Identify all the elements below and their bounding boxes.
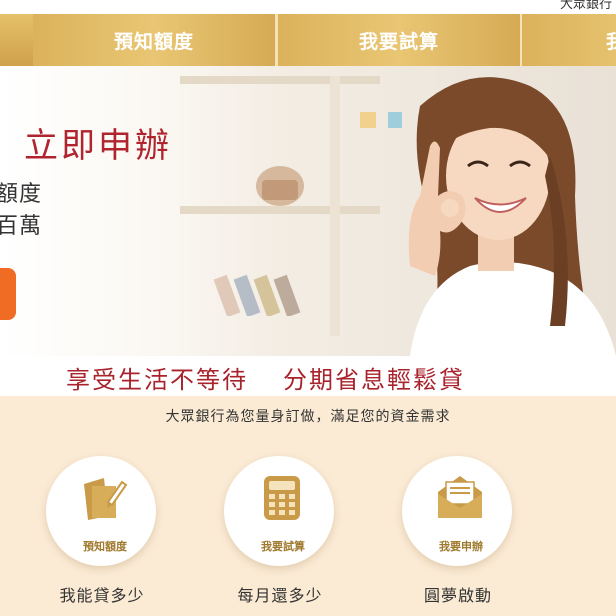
background-decor (213, 166, 304, 316)
feature-caption: 預知額度 (83, 540, 127, 553)
envelope-icon (438, 476, 482, 518)
tab-credit-limit[interactable]: 預知額度 (33, 14, 275, 66)
feature-circle[interactable]: 預知額度 (46, 456, 156, 566)
feature-credit-limit[interactable]: 預知額度 我能貸多少 (42, 456, 162, 606)
tab-calculator[interactable]: 我要試算 (278, 14, 520, 66)
tab-apply-partial[interactable]: 我 (522, 14, 616, 66)
shelf (330, 76, 340, 336)
slogan-part: 分期省息輕鬆貸 (283, 366, 465, 394)
features-section: 大眾銀行為您量身訂做，滿足您的資金需求 預知額度 我能貸多少 我要試算 每月還多… (0, 396, 616, 616)
bank-name-partial: 大眾銀行 (559, 0, 612, 12)
top-strip: 大眾銀行 (0, 0, 616, 14)
feature-circle[interactable]: 我要試算 (224, 456, 334, 566)
apply-now-button[interactable] (0, 268, 16, 320)
feature-caption: 我要試算 (261, 540, 305, 553)
feature-label[interactable]: 我能貸多少 (32, 582, 172, 606)
feature-caption: 我要申辦 (439, 540, 483, 553)
hero-title: 立即申辦 (24, 126, 172, 166)
feature-calculator[interactable]: 我要試算 每月還多少 (220, 456, 340, 606)
slogan-banner: 享受生活不等待 分期省息輕鬆貸 (0, 356, 616, 396)
hero-text-line: 額度 (0, 182, 43, 207)
hero-text-line: 百萬 (0, 214, 43, 239)
feature-label[interactable]: 每月還多少 (210, 582, 350, 606)
section-subtitle: 大眾銀行為您量身訂做，滿足您的資金需求 (165, 409, 451, 425)
slogan-part: 享受生活不等待 (66, 366, 248, 394)
calculator-icon (264, 476, 300, 520)
feature-apply[interactable]: 我要申辦 圓夢啟動 (398, 456, 518, 606)
woman-photo (408, 77, 616, 356)
hero-banner: 立即申辦 額度 百萬 (0, 66, 616, 356)
feature-circle[interactable]: 我要申辦 (402, 456, 512, 566)
document-pen-icon (84, 478, 128, 520)
nav-bar: 預知額度 我要試算 我 (0, 14, 616, 66)
feature-label[interactable]: 圓夢啟動 (388, 582, 528, 606)
